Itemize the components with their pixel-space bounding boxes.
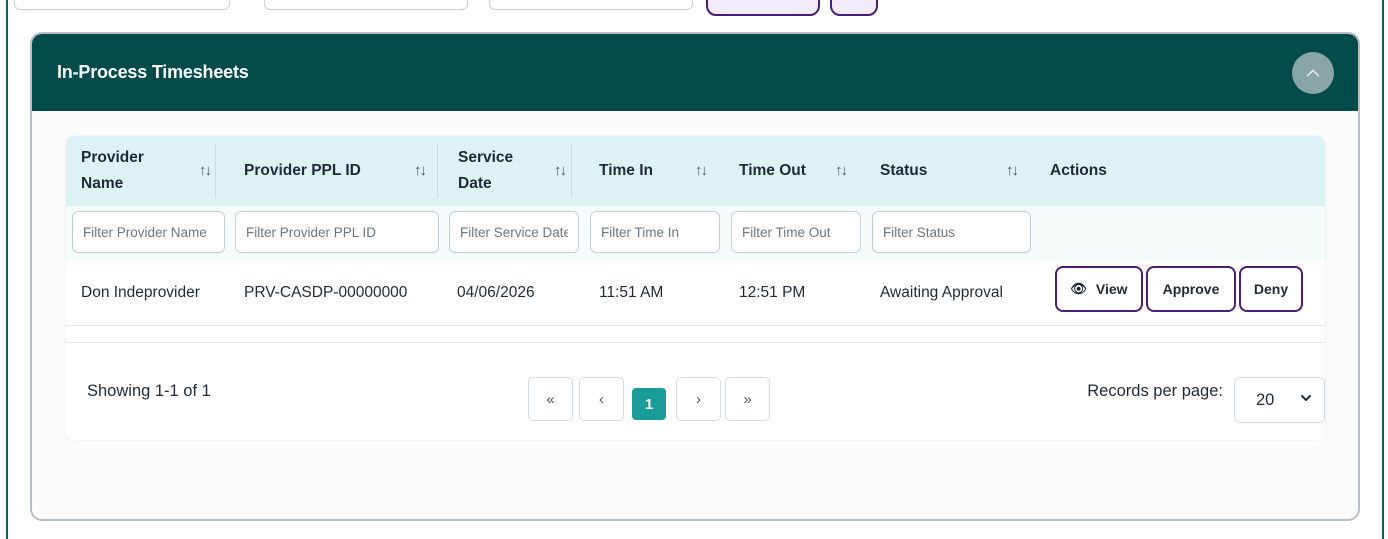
- next-page-button[interactable]: ›: [676, 377, 721, 421]
- window-border-left: [6, 0, 8, 539]
- filter-provider-ppl-id-input[interactable]: [235, 211, 439, 253]
- sort-icon[interactable]: ↑↓: [1006, 158, 1019, 184]
- filter-status-input[interactable]: [872, 211, 1031, 253]
- column-header-actions: Actions: [1050, 162, 1107, 179]
- eye-icon: 👁: [1070, 281, 1087, 296]
- approve-button[interactable]: Approve: [1146, 266, 1236, 312]
- filter-time-in-input[interactable]: [590, 211, 720, 253]
- panel-header: In-Process Timesheets: [32, 34, 1358, 111]
- filter-provider-name-input[interactable]: [72, 211, 225, 253]
- top-filter-input-3[interactable]: [489, 0, 693, 10]
- showing-count: Showing 1-1 of 1: [87, 382, 211, 400]
- pagination-bar: Showing 1-1 of 1 « ‹ 1 › » Records per p…: [66, 343, 1325, 440]
- sort-icon[interactable]: ↑↓: [199, 158, 212, 184]
- top-action-button-1[interactable]: [706, 0, 820, 16]
- cell-status: Awaiting Approval: [880, 284, 1003, 301]
- column-header-provider-name[interactable]: Provider Name ↑↓: [81, 136, 221, 206]
- table-row-divider: [66, 326, 1325, 343]
- sort-icon[interactable]: ↑↓: [835, 158, 848, 184]
- cell-service-date: 04/06/2026: [457, 284, 535, 301]
- top-action-button-2[interactable]: [830, 0, 878, 16]
- deny-button[interactable]: Deny: [1239, 266, 1303, 312]
- chevron-down-icon: [1301, 395, 1311, 401]
- collapse-button[interactable]: [1292, 51, 1334, 94]
- column-header-service-date[interactable]: Service Date ↑↓: [458, 136, 578, 206]
- filter-service-date-input[interactable]: [449, 211, 579, 253]
- panel-title: In-Process Timesheets: [57, 62, 249, 82]
- chevron-up-icon: [1306, 69, 1320, 76]
- cell-provider-ppl-id: PRV-CASDP-00000000: [244, 284, 408, 301]
- column-header-provider-ppl-id[interactable]: Provider PPL ID ↑↓: [244, 136, 444, 206]
- top-filter-input-2[interactable]: [264, 0, 468, 10]
- first-page-button[interactable]: «: [528, 377, 573, 421]
- table-row: Don Indeprovider PRV-CASDP-00000000 04/0…: [66, 260, 1325, 326]
- sort-icon[interactable]: ↑↓: [695, 158, 708, 184]
- column-divider: [215, 144, 216, 198]
- records-per-page-label: Records per page:: [1087, 382, 1223, 400]
- last-page-button[interactable]: »: [725, 377, 770, 421]
- column-header-time-in[interactable]: Time In ↑↓: [599, 136, 719, 206]
- view-button[interactable]: 👁 View: [1055, 266, 1143, 312]
- column-header-status[interactable]: Status ↑↓: [880, 136, 1030, 206]
- timesheets-table: Provider Name ↑↓ Provider PPL ID ↑↓ Serv…: [66, 136, 1325, 440]
- page-1-button[interactable]: 1: [632, 388, 666, 420]
- filter-row: [66, 206, 1325, 260]
- filter-time-out-input[interactable]: [731, 211, 861, 253]
- table-header-row: Provider Name ↑↓ Provider PPL ID ↑↓ Serv…: [66, 136, 1325, 206]
- top-filter-input-1[interactable]: [14, 0, 230, 10]
- in-process-timesheets-panel: In-Process Timesheets Provider Name ↑↓ P…: [30, 32, 1360, 521]
- records-per-page-select[interactable]: 20: [1234, 377, 1325, 423]
- cell-time-in: 11:51 AM: [599, 284, 664, 301]
- column-divider: [437, 144, 438, 198]
- column-header-time-out[interactable]: Time Out ↑↓: [739, 136, 859, 206]
- cell-time-out: 12:51 PM: [739, 284, 806, 301]
- cell-provider-name: Don Indeprovider: [81, 284, 200, 301]
- column-divider: [571, 144, 572, 198]
- window-border-right: [1382, 0, 1384, 539]
- sort-icon[interactable]: ↑↓: [554, 158, 567, 184]
- sort-icon[interactable]: ↑↓: [414, 158, 427, 184]
- prev-page-button[interactable]: ‹: [579, 377, 624, 421]
